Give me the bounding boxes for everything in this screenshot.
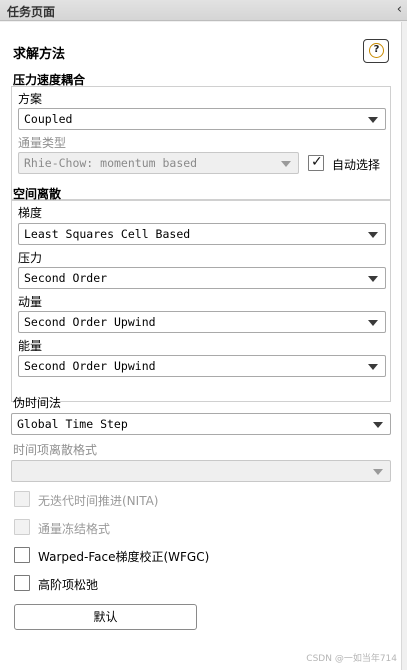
scheme-label: 方案 — [18, 92, 43, 106]
pseudo-time-label: 伪时间法 — [13, 396, 62, 410]
momentum-value: Second Order Upwind — [24, 315, 156, 329]
pressure-value: Second Order — [24, 271, 108, 285]
default-button[interactable]: 默认 — [14, 604, 197, 630]
momentum-label: 动量 — [18, 295, 43, 309]
pseudo-time-value: Global Time Step — [17, 417, 128, 431]
chevron-down-icon — [368, 276, 378, 282]
energy-dropdown[interactable]: Second Order Upwind — [18, 355, 386, 377]
panel-title: 任务页面 — [7, 5, 56, 19]
auto-select-checkbox[interactable]: ✓ — [308, 154, 324, 171]
transient-label: 时间项离散格式 — [13, 443, 98, 457]
auto-select-label: 自动选择 — [332, 158, 381, 172]
pressure-label: 压力 — [18, 251, 43, 265]
scheme-value: Coupled — [24, 112, 73, 126]
section-title: 求解方法 — [13, 47, 66, 62]
wfgc-label: Warped-Face梯度校正(WFGC) — [38, 550, 210, 564]
chevron-down-icon — [368, 232, 378, 238]
high-order-relax-label: 高阶项松弛 — [38, 578, 99, 592]
gradient-dropdown[interactable]: Least Squares Cell Based — [18, 223, 386, 245]
flux-type-value: Rhie-Chow: momentum based — [24, 156, 198, 170]
chevron-down-icon — [368, 117, 378, 123]
watermark: CSDN @一如当年714 — [306, 654, 397, 664]
checkmark-icon: ✓ — [311, 154, 323, 170]
chevron-down-icon — [373, 469, 383, 475]
pressure-dropdown[interactable]: Second Order — [18, 267, 386, 289]
nita-checkbox — [14, 491, 30, 507]
chevron-down-icon — [368, 320, 378, 326]
flux-type-dropdown: Rhie-Chow: momentum based — [18, 152, 299, 174]
energy-label: 能量 — [18, 339, 43, 353]
gradient-value: Least Squares Cell Based — [24, 227, 191, 241]
wfgc-checkbox[interactable] — [14, 547, 30, 563]
transient-dropdown — [11, 460, 391, 482]
task-page-panel: 求解方法 ? 压力速度耦合 方案 Coupled 通量类型 Rhie-Chow:… — [0, 22, 402, 670]
collapse-chevron-icon[interactable]: ‹ — [397, 2, 402, 17]
high-order-relax-checkbox[interactable] — [14, 575, 30, 591]
flux-freeze-label: 通量冻结格式 — [38, 522, 111, 536]
momentum-dropdown[interactable]: Second Order Upwind — [18, 311, 386, 333]
chevron-down-icon — [368, 364, 378, 370]
scheme-dropdown[interactable]: Coupled — [18, 108, 386, 130]
help-button[interactable]: ? — [363, 39, 389, 63]
gradient-label: 梯度 — [18, 206, 43, 220]
panel-titlebar: 任务页面 ‹ — [0, 0, 407, 21]
flux-type-label: 通量类型 — [18, 136, 67, 150]
flux-freeze-checkbox — [14, 519, 30, 535]
pv-coupling-group: 方案 Coupled 通量类型 Rhie-Chow: momentum base… — [11, 86, 391, 200]
nita-label: 无迭代时间推进(NITA) — [38, 494, 159, 508]
help-icon: ? — [369, 43, 384, 58]
energy-value: Second Order Upwind — [24, 359, 156, 373]
chevron-down-icon — [373, 422, 383, 428]
spatial-group: 梯度 Least Squares Cell Based 压力 Second Or… — [11, 200, 391, 402]
chevron-down-icon — [281, 161, 291, 167]
pseudo-time-dropdown[interactable]: Global Time Step — [11, 413, 391, 435]
